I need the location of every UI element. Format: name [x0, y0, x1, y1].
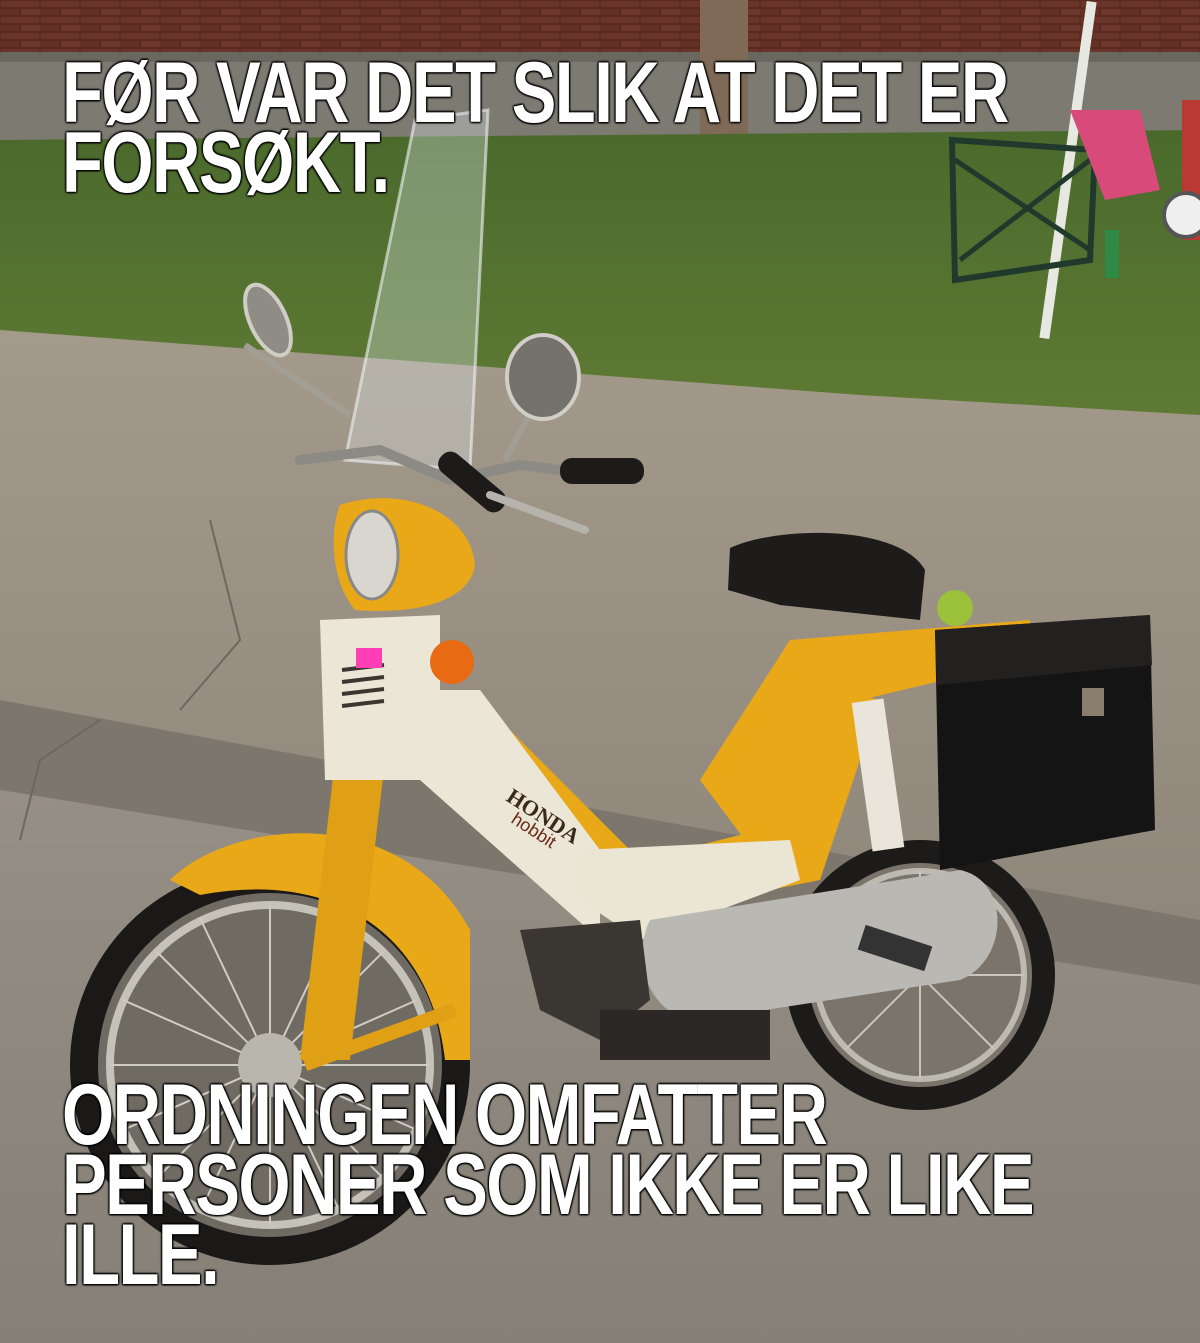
top-caption: FØR VAR DET SLIK AT DET ER FORSØKT.: [62, 45, 1009, 211]
right-mirror: [505, 333, 581, 421]
bottle: [1105, 230, 1119, 278]
turn-signal: [430, 640, 474, 684]
headlight: [344, 509, 400, 601]
meme-image: HONDA hobbit FØR VAR DET SLIK AT DET ER …: [0, 0, 1200, 1343]
exhaust: [600, 1010, 770, 1060]
bottom-caption: ORDNINGEN OMFATTER PERSONER SOM IKKE ER …: [62, 1067, 1035, 1303]
right-grip: [560, 458, 644, 484]
front-leg-shield: [320, 615, 440, 780]
price-sticker: [356, 648, 382, 668]
bungee-cord: [937, 590, 973, 626]
saddlebag-latch: [1082, 688, 1104, 716]
